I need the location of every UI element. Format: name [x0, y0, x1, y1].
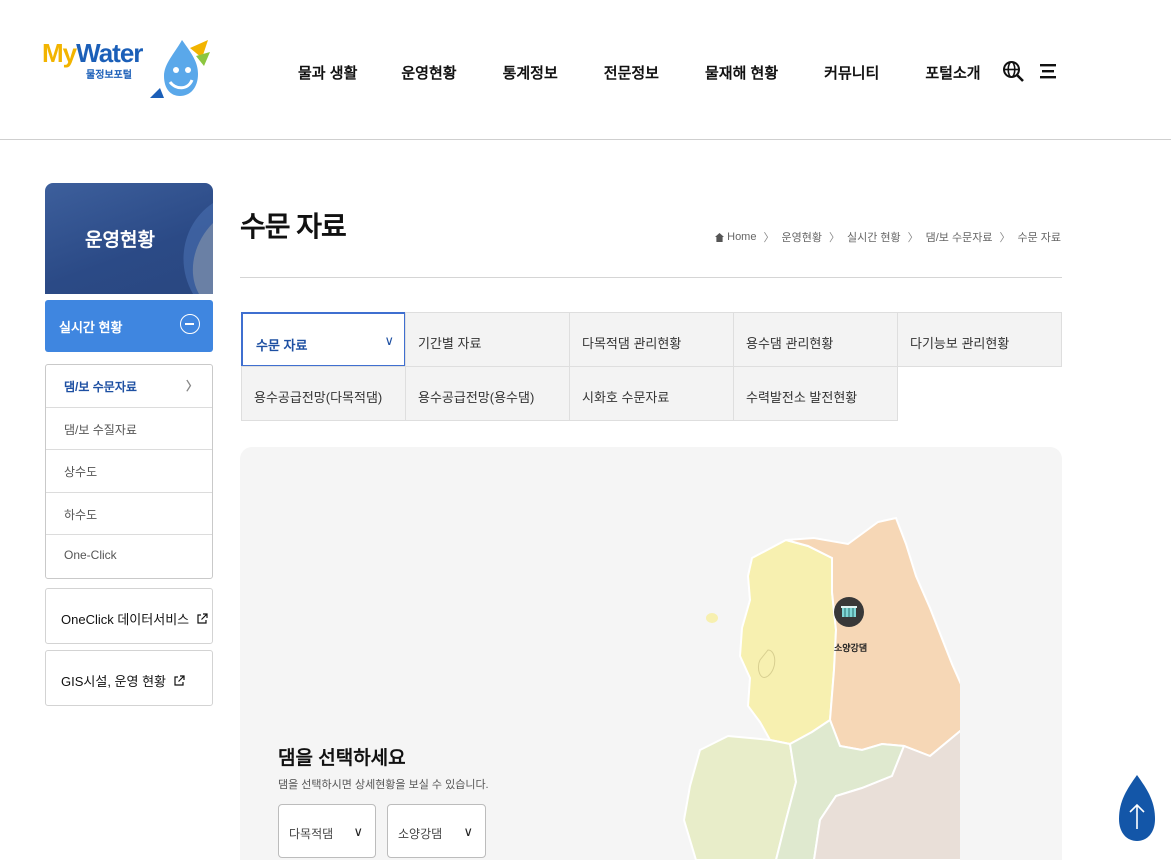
- breadcrumb-separator: 〉: [763, 232, 775, 244]
- chevron-down-icon: ∨: [384, 333, 394, 348]
- home-icon[interactable]: [714, 232, 725, 243]
- tab-hydropower[interactable]: 수력발전소 발전현황: [733, 366, 898, 421]
- sidebar-item-label: 댐/보 수문자료: [64, 380, 137, 394]
- nav-item-expert[interactable]: 전문정보: [604, 62, 659, 83]
- breadcrumb-home[interactable]: Home: [727, 231, 756, 243]
- tab-sihwa-lake[interactable]: 시화호 수문자료: [569, 366, 734, 421]
- sidebar-item-dam-quality[interactable]: 댐/보 수질자료: [46, 408, 212, 451]
- dam-type-value: 다목적댐: [289, 827, 334, 841]
- title-divider: [240, 277, 1062, 278]
- sidebar-item-label: 하수도: [64, 507, 98, 522]
- breadcrumb-realtime[interactable]: 실시간 현황: [847, 229, 901, 245]
- tab-label: 수력발전소 발전현황: [746, 390, 858, 405]
- sidebar-item-label: One-Click: [64, 548, 117, 563]
- chevron-right-icon: 〉: [185, 379, 198, 393]
- region-gyeonggi[interactable]: [738, 538, 838, 746]
- nav-item-water-life[interactable]: 물과 생활: [298, 62, 357, 83]
- tab-water-supply-dam[interactable]: 용수댐 관리현황: [733, 312, 898, 367]
- tab-supply-outlook-multipurpose[interactable]: 용수공급전망(다목적댐): [241, 366, 406, 421]
- sidebar-section-label: 실시간 현황: [59, 320, 123, 335]
- nav-item-disaster[interactable]: 물재해 현황: [705, 62, 778, 83]
- sidebar-section-realtime[interactable]: 실시간 현황: [45, 300, 213, 352]
- wave-decoration-icon: [183, 203, 213, 294]
- breadcrumb: Home 〉 운영현황 〉 실시간 현황 〉 댐/보 수문자료 〉 수문 자료: [714, 229, 1061, 245]
- breadcrumb-dam-hydro[interactable]: 댐/보 수문자료: [926, 229, 993, 245]
- sidebar-title-card: 운영현황: [45, 183, 213, 294]
- dam-name-select[interactable]: 소양강댐 ∨: [387, 804, 486, 858]
- tab-label: 다기능보 관리현황: [910, 336, 1010, 351]
- header-utility: [1002, 60, 1058, 82]
- dam-gate-icon: [841, 606, 857, 617]
- select-dam-title: 댐을 선택하세요: [278, 748, 406, 769]
- breadcrumb-current: 수문 자료: [1017, 232, 1061, 244]
- tab-period-data[interactable]: 기간별 자료: [405, 312, 570, 367]
- tab-label: 용수공급전망(용수댐): [418, 390, 535, 405]
- breadcrumb-operation[interactable]: 운영현황: [781, 229, 821, 245]
- nav-item-community[interactable]: 커뮤니티: [824, 62, 879, 83]
- dam-marker-label: 소양강댐: [834, 643, 868, 653]
- oneclick-data-service-link[interactable]: OneClick 데이터서비스: [45, 588, 213, 644]
- breadcrumb-separator: 〉: [828, 232, 840, 244]
- chevron-down-icon: ∨: [463, 824, 473, 839]
- dam-marker-soyang[interactable]: [834, 597, 864, 627]
- breadcrumb-separator: 〉: [907, 232, 919, 244]
- tab-label: 다목적댐 관리현황: [582, 336, 682, 351]
- external-link-icon: [174, 675, 185, 686]
- logo-subtitle: 물정보포털: [86, 70, 132, 81]
- scroll-top-button[interactable]: [1117, 773, 1157, 843]
- tab-supply-outlook-water[interactable]: 용수공급전망(용수댐): [405, 366, 570, 421]
- water-drop-mascot-icon: [150, 40, 210, 98]
- external-link-icon: [197, 613, 208, 624]
- island-west: [706, 613, 718, 623]
- tab-multipurpose-dam[interactable]: 다목적댐 관리현황: [569, 312, 734, 367]
- link-label: GIS시설, 운영 현황: [61, 674, 166, 689]
- breadcrumb-separator: 〉: [999, 232, 1011, 244]
- sidebar-item-label: 댐/보 수질자료: [64, 422, 137, 437]
- dam-name-value: 소양강댐: [398, 827, 443, 841]
- globe-search-icon[interactable]: [1002, 60, 1024, 82]
- sidebar-item-water-supply[interactable]: 상수도: [46, 450, 212, 493]
- tab-label: 기간별 자료: [418, 336, 482, 351]
- tab-label: 수문 자료: [256, 338, 308, 353]
- logo-water: Water: [76, 38, 143, 68]
- nav-item-portal-intro[interactable]: 포털소개: [925, 62, 980, 83]
- menu-icon[interactable]: [1038, 62, 1058, 80]
- page: MyWater 물정보포털 물과 생활 운영현황 통계정보 전문정보 물재해 현…: [0, 0, 1171, 860]
- select-dam-description: 댐을 선택하시면 상세현황을 보실 수 있습니다.: [278, 779, 489, 791]
- tab-label: 시화호 수문자료: [582, 390, 670, 405]
- collapse-minus-icon[interactable]: [180, 314, 200, 334]
- tab-hydro-data[interactable]: 수문 자료 ∨: [241, 312, 406, 367]
- sidebar-item-dam-hydro[interactable]: 댐/보 수문자료 〉: [46, 365, 212, 408]
- chevron-down-icon: ∨: [353, 824, 363, 839]
- sidebar-item-sewage[interactable]: 하수도: [46, 493, 212, 536]
- site-logo[interactable]: MyWater 물정보포털: [42, 38, 212, 108]
- nav-item-operation[interactable]: 운영현황: [401, 62, 456, 83]
- logo-my: My: [42, 38, 77, 68]
- korea-map: [682, 516, 960, 860]
- sidebar-item-one-click[interactable]: One-Click: [46, 535, 212, 578]
- sidebar-item-label: 상수도: [64, 465, 98, 480]
- site-header: MyWater 물정보포털 물과 생활 운영현황 통계정보 전문정보 물재해 현…: [0, 0, 1171, 140]
- sidebar-menu: 댐/보 수문자료 〉 댐/보 수질자료 상수도 하수도 One-Click: [45, 364, 213, 579]
- tab-label: 용수공급전망(다목적댐): [254, 390, 383, 405]
- nav-item-statistics[interactable]: 통계정보: [503, 62, 558, 83]
- page-title: 수문 자료: [240, 211, 347, 242]
- region-chungnam[interactable]: [682, 734, 798, 860]
- tab-multifunction-weir[interactable]: 다기능보 관리현황: [897, 312, 1062, 367]
- dam-type-select[interactable]: 다목적댐 ∨: [278, 804, 376, 858]
- tab-label: 용수댐 관리현황: [746, 336, 834, 351]
- gis-facility-link[interactable]: GIS시설, 운영 현황: [45, 650, 213, 706]
- logo-wordmark: MyWater: [42, 38, 143, 69]
- link-label: OneClick 데이터서비스: [61, 612, 190, 627]
- main-navigation: 물과 생활 운영현황 통계정보 전문정보 물재해 현황 커뮤니티 포털소개: [298, 62, 1027, 83]
